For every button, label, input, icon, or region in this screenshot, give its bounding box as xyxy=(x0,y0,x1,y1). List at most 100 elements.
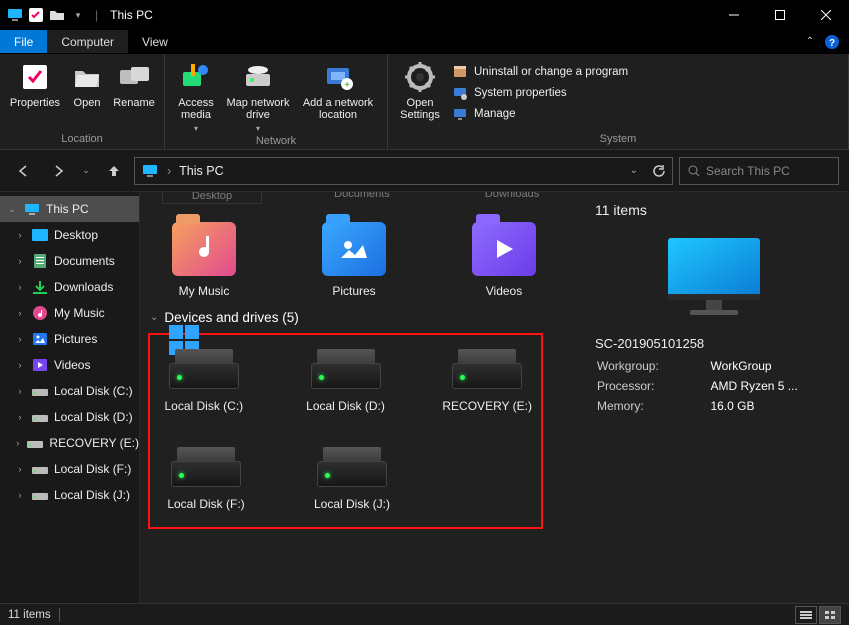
navigation-row: ⌄ › This PC ⌄ Search This PC xyxy=(0,150,849,192)
monitor-gear-icon xyxy=(452,85,468,101)
drive-c[interactable]: Local Disk (C:) xyxy=(156,349,252,413)
folder-pictures[interactable]: Pictures xyxy=(304,222,404,298)
status-text: 11 items xyxy=(8,609,51,621)
view-icons-button[interactable] xyxy=(819,606,841,624)
sidebar-item-pictures[interactable]: ›Pictures xyxy=(0,326,139,352)
highlight-box: Local Disk (C:) Local Disk (D:) RECOVERY… xyxy=(148,333,543,529)
search-input[interactable]: Search This PC xyxy=(679,157,839,185)
ribbon-group-system: Open Settings Uninstall or change a prog… xyxy=(388,54,849,149)
checklist-icon xyxy=(27,6,45,24)
system-properties-button[interactable]: System properties xyxy=(448,83,632,103)
search-placeholder: Search This PC xyxy=(706,164,790,178)
cutoff-label: Desktop xyxy=(162,192,262,204)
status-bar: 11 items xyxy=(0,603,849,625)
sidebar-item-drive-c[interactable]: ›Local Disk (C:) xyxy=(0,378,139,404)
drive-d[interactable]: Local Disk (D:) xyxy=(298,349,394,413)
sidebar-item-videos[interactable]: ›Videos xyxy=(0,352,139,378)
this-pc-icon xyxy=(24,201,40,217)
ribbon-group-label: System xyxy=(394,131,842,147)
drive-icon xyxy=(311,349,381,389)
svg-text:+: + xyxy=(344,80,350,90)
content-area: Desktop Documents Downloads My Music Pic… xyxy=(140,192,579,603)
manage-button[interactable]: Manage xyxy=(448,104,632,124)
ribbon-group-label: Network xyxy=(171,133,381,149)
this-pc-icon xyxy=(141,162,159,180)
details-pane: 11 items SC-201905101258 Workgroup:WorkG… xyxy=(579,192,849,603)
computer-name: SC-201905101258 xyxy=(595,336,833,351)
videos-folder-icon xyxy=(472,222,536,276)
sidebar-item-this-pc[interactable]: ⌄ This PC xyxy=(0,196,139,222)
computer-icon xyxy=(654,232,774,322)
sidebar-item-downloads[interactable]: ›Downloads xyxy=(0,274,139,300)
breadcrumb-sep: › xyxy=(167,164,171,178)
downloads-icon xyxy=(32,279,48,295)
drive-icon xyxy=(32,409,48,425)
music-icon xyxy=(32,305,48,321)
drive-icon xyxy=(452,349,522,389)
drive-icon xyxy=(32,487,48,503)
folder-blank-icon xyxy=(48,6,66,24)
refresh-button[interactable] xyxy=(652,164,666,178)
drive-icon xyxy=(27,435,43,451)
drive-icon xyxy=(169,349,239,389)
map-drive-button[interactable]: Map network drive ▾ xyxy=(223,58,293,133)
drive-e[interactable]: RECOVERY (E:) xyxy=(439,349,535,413)
tab-view[interactable]: View xyxy=(128,30,182,53)
pictures-icon xyxy=(32,331,48,347)
view-details-button[interactable] xyxy=(795,606,817,624)
minimize-button[interactable] xyxy=(711,0,757,30)
properties-button[interactable]: Properties xyxy=(6,58,64,131)
music-folder-icon xyxy=(172,222,236,276)
ribbon-group-label: Location xyxy=(6,131,158,147)
close-button[interactable] xyxy=(803,0,849,30)
help-button[interactable]: ? xyxy=(821,30,843,53)
drive-icon xyxy=(317,447,387,487)
monitor-icon xyxy=(6,6,24,24)
details-row: Workgroup:WorkGroup xyxy=(597,357,831,375)
cutoff-label: Downloads xyxy=(462,192,562,204)
open-button[interactable]: Open xyxy=(66,58,108,131)
sidebar-item-drive-e[interactable]: ›RECOVERY (E:) xyxy=(0,430,139,456)
up-button[interactable] xyxy=(100,157,128,185)
box-icon xyxy=(452,64,468,80)
access-media-button[interactable]: Access media ▾ xyxy=(171,58,221,133)
title-separator: | xyxy=(95,8,98,22)
tab-computer[interactable]: Computer xyxy=(47,30,128,53)
drive-icon xyxy=(32,461,48,477)
address-bar[interactable]: › This PC ⌄ xyxy=(134,157,673,185)
back-button[interactable] xyxy=(10,157,38,185)
forward-button[interactable] xyxy=(44,157,72,185)
window-title: This PC xyxy=(110,8,153,22)
videos-icon xyxy=(32,357,48,373)
details-count: 11 items xyxy=(595,202,833,218)
open-settings-button[interactable]: Open Settings xyxy=(394,58,446,131)
folder-videos[interactable]: Videos xyxy=(454,222,554,298)
folder-my-music[interactable]: My Music xyxy=(154,222,254,298)
rename-button[interactable]: Rename xyxy=(110,58,158,131)
uninstall-button[interactable]: Uninstall or change a program xyxy=(448,62,632,82)
sidebar-item-music[interactable]: ›My Music xyxy=(0,300,139,326)
drives-section-header[interactable]: ⌄ Devices and drives (5) xyxy=(148,304,571,331)
tab-file[interactable]: File xyxy=(0,30,47,53)
desktop-icon xyxy=(32,227,48,243)
sidebar-item-drive-f[interactable]: ›Local Disk (F:) xyxy=(0,456,139,482)
history-dropdown[interactable]: ⌄ xyxy=(78,157,94,185)
drive-j[interactable]: Local Disk (J:) xyxy=(302,447,402,511)
sidebar-item-drive-d[interactable]: ›Local Disk (D:) xyxy=(0,404,139,430)
details-row: Memory:16.0 GB xyxy=(597,397,831,415)
address-dropdown[interactable]: ⌄ xyxy=(630,165,638,176)
svg-text:?: ? xyxy=(829,38,835,49)
drive-f[interactable]: Local Disk (F:) xyxy=(156,447,256,511)
maximize-button[interactable] xyxy=(757,0,803,30)
documents-icon xyxy=(32,253,48,269)
ribbon-collapse-button[interactable]: ⌃ xyxy=(799,30,821,53)
ribbon-group-network: Access media ▾ Map network drive ▾ + Add… xyxy=(165,54,388,149)
ribbon: Properties Open Rename Location Access m… xyxy=(0,54,849,150)
cutoff-label: Documents xyxy=(312,192,412,204)
chevron-down-icon[interactable]: ▾ xyxy=(69,6,87,24)
sidebar-item-desktop[interactable]: ›Desktop xyxy=(0,222,139,248)
breadcrumb-item[interactable]: This PC xyxy=(179,164,223,178)
sidebar-item-drive-j[interactable]: ›Local Disk (J:) xyxy=(0,482,139,508)
sidebar-item-documents[interactable]: ›Documents xyxy=(0,248,139,274)
add-location-button[interactable]: + Add a network location xyxy=(295,58,381,133)
